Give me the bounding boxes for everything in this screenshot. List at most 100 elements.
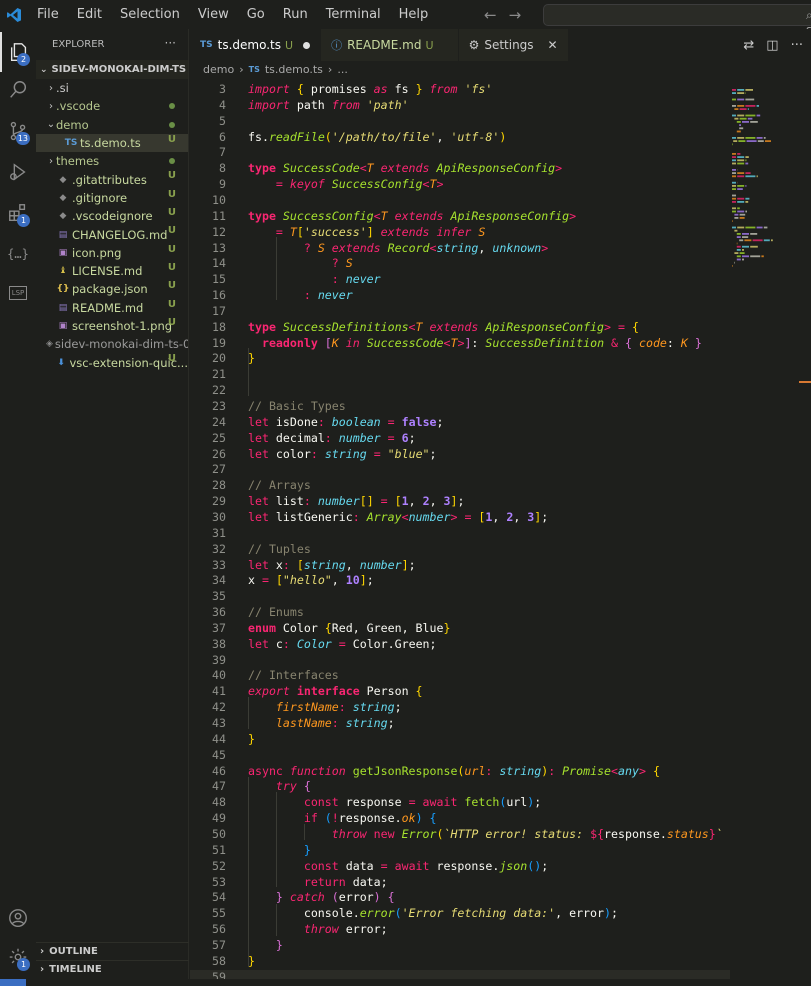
menu-help[interactable]: Help (390, 0, 438, 29)
code-line: 6 fs.readFile('/path/to/file', 'utf-8') (190, 130, 730, 146)
open-changes-icon[interactable]: ⇄ (743, 38, 754, 53)
line-number: 7 (219, 145, 226, 160)
close-icon[interactable]: ✕ (548, 38, 558, 52)
code-text: let x: [string, number]; (248, 557, 416, 572)
manage-activity[interactable]: 1 (0, 937, 36, 977)
search-activity[interactable] (0, 70, 36, 110)
source-control-activity[interactable]: 13 (0, 111, 36, 151)
line-number: 19 (212, 335, 226, 350)
json-file-icon: {} (56, 284, 70, 295)
code-line: 51 } (190, 843, 730, 859)
chevron-right-icon: › (239, 62, 244, 76)
remote-indicator[interactable] (0, 979, 26, 986)
tree-item[interactable]: TS ts.demo.ts U (36, 133, 188, 153)
split-editor-icon[interactable]: ◫ (766, 38, 778, 53)
typescript-file-icon: TS (64, 138, 78, 149)
tree-item[interactable]: › .vscode (36, 97, 188, 115)
lsp-activity[interactable]: LSP (0, 273, 36, 313)
menu-selection[interactable]: Selection (111, 0, 189, 29)
minimap-line (732, 210, 736, 213)
vertical-scrollbar[interactable] (799, 61, 811, 981)
code-line: 22 (190, 383, 730, 399)
more-actions-icon[interactable]: ··· (791, 38, 803, 53)
code-line: 41 export interface Person { (190, 684, 730, 700)
tree-item[interactable]: ▤ README.md U (36, 299, 188, 317)
minimap-line (765, 140, 771, 142)
minimap-line (756, 137, 763, 139)
forward-arrow-icon[interactable]: → (509, 6, 522, 24)
workspace-folder-header[interactable]: ⌄ SIDEV-MONOKAI-DIM-TS (36, 60, 188, 79)
tree-item[interactable]: ▤ CHANGELOG.md U (36, 225, 188, 243)
line-number: 44 (212, 731, 226, 746)
tree-item-label: icon.png (72, 245, 122, 260)
run-debug-activity[interactable] (0, 152, 36, 192)
json-activity[interactable]: {…} (0, 234, 36, 274)
minimap-line (744, 239, 752, 242)
minimap-line (750, 121, 758, 123)
code-text: // Tuples (248, 541, 311, 556)
minimap-line (732, 162, 736, 165)
menu-view[interactable]: View (189, 0, 238, 29)
tree-item-label: CHANGELOG.md (72, 227, 168, 242)
explorer-activity[interactable]: 2 (0, 32, 36, 72)
code-editor[interactable]: 3 import { promises as fs } from 'fs' 4 imp… (190, 82, 730, 982)
tab-settings[interactable]: ⚙ Settings ✕ (458, 29, 569, 61)
tree-item[interactable]: ⬇ vsc-extension-quic... U (36, 353, 188, 371)
timeline-section-header[interactable]: › TIMELINE (36, 960, 189, 978)
extensions-activity[interactable]: 1 (0, 193, 36, 233)
tree-item[interactable]: ◆ .vscodeignore U (36, 207, 188, 225)
code-text: lastName: string; (275, 716, 395, 730)
command-center-search[interactable]: ⌕ sid (543, 4, 811, 37)
code-text: : never (303, 288, 353, 303)
tree-item[interactable]: ▣ screenshot-1.png U (36, 317, 188, 335)
tree-item[interactable]: › .si (36, 79, 188, 97)
outline-title: OUTLINE (49, 946, 98, 957)
status-bar (0, 979, 811, 986)
line-number: 27 (212, 462, 226, 477)
minimap-line (745, 162, 749, 165)
line-number: 57 (212, 937, 226, 952)
breadcrumb-folder[interactable]: demo (203, 63, 234, 76)
line-number: 15 (212, 272, 226, 287)
tree-item[interactable]: ◆ .gitattributes U (36, 170, 188, 188)
code-text: } catch (error) { (275, 890, 395, 905)
menu-terminal[interactable]: Terminal (317, 0, 390, 29)
tree-item[interactable]: ◈ sidev-monokai-dim-ts-0... (36, 335, 188, 353)
tree-item[interactable]: › themes (36, 152, 188, 170)
code-text: fs.readFile('/path/to/file', 'utf-8') (248, 129, 507, 144)
tree-item[interactable]: ♝ LICENSE.md U (36, 262, 188, 280)
tree-item[interactable]: {} package.json U (36, 280, 188, 298)
tab-readme-md[interactable]: ⓘ README.md U (321, 29, 459, 61)
code-text: type SuccessConfig<T extends ApiResponse… (248, 208, 577, 223)
menu-file[interactable]: File (28, 0, 68, 29)
menu-edit[interactable]: Edit (68, 0, 111, 29)
accounts-activity[interactable] (0, 898, 36, 938)
unsaved-dot-icon[interactable] (303, 41, 311, 49)
minimap-line (737, 207, 740, 210)
outline-section-header[interactable]: › OUTLINE (36, 942, 189, 960)
code-line: 26 let color: string = "blue"; (190, 447, 730, 463)
line-number: 8 (219, 161, 226, 176)
code-text: const data = await response.json(); (303, 858, 549, 873)
code-line: 30 let listGeneric: Array<number> = [1, 2… (190, 510, 730, 526)
minimap[interactable] (730, 61, 799, 981)
minimap-line (745, 172, 751, 174)
tab-ts-demo-ts[interactable]: TS ts.demo.ts U (190, 29, 322, 61)
menu-run[interactable]: Run (274, 0, 317, 29)
explorer-header: EXPLORER ··· (36, 29, 188, 60)
breadcrumb-symbol[interactable]: ... (337, 63, 348, 76)
minimap-line (732, 98, 736, 101)
line-number: 29 (212, 494, 226, 509)
minimap-line (736, 258, 741, 261)
more-actions-icon[interactable]: ··· (165, 36, 176, 50)
code-text: async function getJsonResponse(url: stri… (248, 763, 660, 778)
code-text: const response = await fetch(url); (303, 795, 542, 810)
breadcrumb-file[interactable]: ts.demo.ts (265, 63, 323, 76)
minimap-line (739, 239, 744, 242)
tree-item[interactable]: ◆ .gitignore U (36, 189, 188, 207)
tree-item[interactable]: ▣ icon.png U (36, 244, 188, 262)
code-text: } (275, 937, 283, 952)
back-arrow-icon[interactable]: ← (484, 6, 497, 24)
tree-item[interactable]: ⌄ demo (36, 116, 188, 134)
menu-go[interactable]: Go (238, 0, 274, 29)
